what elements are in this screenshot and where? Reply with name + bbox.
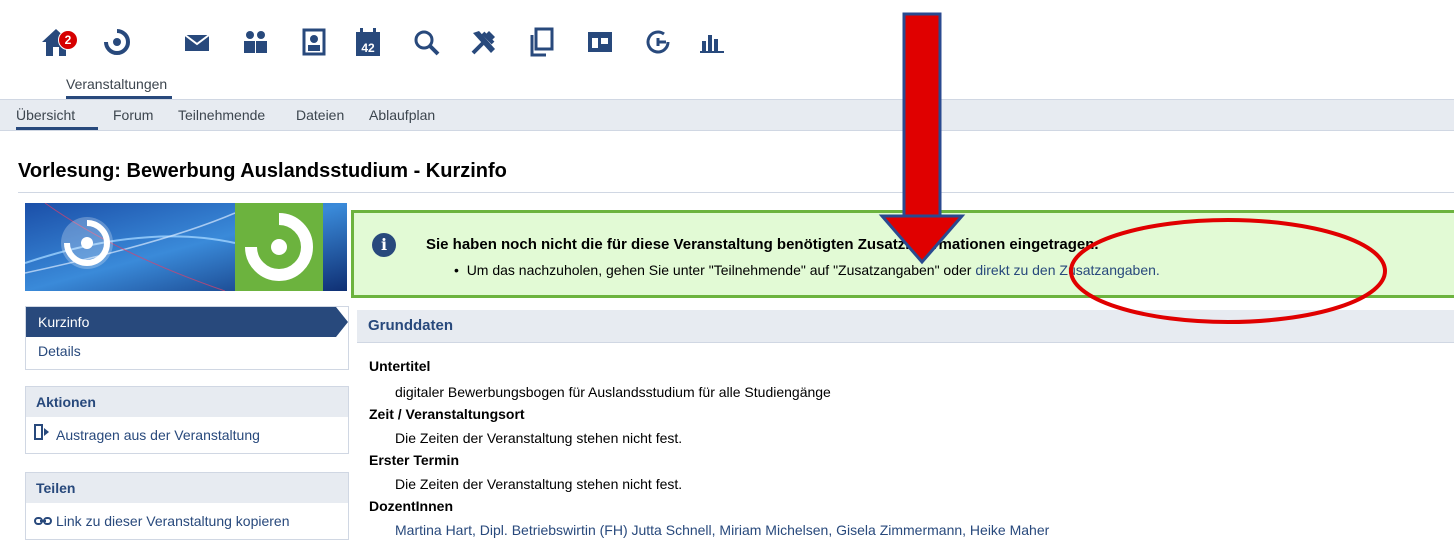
tools-icon[interactable] bbox=[462, 20, 506, 64]
message-details: • Um das nachzuholen, gehen Sie unter "T… bbox=[454, 262, 1160, 278]
message-title: Sie haben noch nicht die für diese Veran… bbox=[426, 236, 1099, 253]
info-message-box: i Sie haben noch nicht die für diese Ver… bbox=[351, 210, 1454, 298]
statistics-icon[interactable] bbox=[690, 20, 734, 64]
zeit-label: Zeit / Veranstaltungsort bbox=[369, 406, 525, 422]
untertitel-label: Untertitel bbox=[369, 358, 431, 374]
actions-title: Aktionen bbox=[26, 387, 348, 417]
tab-teilnehmende[interactable]: Teilnehmende bbox=[178, 107, 265, 123]
copy-link-button[interactable]: Link zu dieser Veranstaltung kopieren bbox=[26, 503, 348, 539]
search-icon[interactable] bbox=[404, 20, 448, 64]
dozenten-label: DozentInnen bbox=[369, 498, 453, 514]
profile-icon[interactable] bbox=[292, 20, 336, 64]
tab-dateien[interactable]: Dateien bbox=[296, 107, 344, 123]
leave-course-link[interactable]: Austragen aus der Veranstaltung bbox=[26, 417, 348, 453]
sidebar-navigation: Kurzinfo Details bbox=[25, 306, 349, 370]
sidebar-active-indicator bbox=[336, 307, 348, 337]
tab-active-indicator bbox=[16, 127, 98, 130]
erster-termin-label: Erster Termin bbox=[369, 452, 459, 468]
message-bullet: • bbox=[454, 262, 459, 278]
share-title: Teilen bbox=[26, 473, 348, 503]
share-widget: Teilen Link zu dieser Veranstaltung kopi… bbox=[25, 472, 349, 540]
messages-icon[interactable] bbox=[175, 20, 219, 64]
tab-uebersicht[interactable]: Übersicht bbox=[16, 107, 75, 123]
copy-link-label: Link zu dieser Veranstaltung kopieren bbox=[56, 513, 290, 529]
tab-ablaufplan[interactable]: Ablaufplan bbox=[369, 107, 435, 123]
calendar-icon[interactable]: 42 bbox=[346, 20, 390, 64]
files-icon[interactable] bbox=[520, 20, 564, 64]
notification-badge: 2 bbox=[58, 30, 78, 50]
grunddaten-header: Grunddaten bbox=[357, 310, 1454, 343]
course-tabs: Übersicht Forum Teilnehmende Dateien Abl… bbox=[0, 99, 1454, 131]
zeit-value: Die Zeiten der Veranstaltung stehen nich… bbox=[395, 430, 683, 446]
untertitel-value: digitaler Bewerbungsbogen für Auslandsst… bbox=[395, 384, 831, 400]
tab-forum[interactable]: Forum bbox=[113, 107, 153, 123]
additional-info-link[interactable]: direkt zu den Zusatzangaben. bbox=[975, 262, 1159, 278]
calendar-day: 42 bbox=[361, 41, 375, 55]
logout-icon[interactable] bbox=[636, 20, 680, 64]
grunddaten-title: Grunddaten bbox=[368, 317, 453, 334]
dozenten-value[interactable]: Martina Hart, Dipl. Betriebswirtin (FH) … bbox=[395, 522, 1049, 538]
workplace-icon[interactable] bbox=[578, 20, 622, 64]
course-banner bbox=[25, 203, 347, 291]
actions-widget: Aktionen Austragen aus der Veranstaltung bbox=[25, 386, 349, 454]
message-text: Um das nachzuholen, gehen Sie unter "Tei… bbox=[466, 262, 976, 278]
nav-active-label: Veranstaltungen bbox=[66, 76, 168, 92]
link-icon bbox=[34, 503, 52, 539]
sidebar-item-kurzinfo[interactable]: Kurzinfo bbox=[26, 307, 336, 337]
main-navigation: 2 Veranstaltungen 42 bbox=[0, 0, 1454, 100]
sidebar-item-details[interactable]: Details bbox=[38, 343, 81, 359]
page-title: Vorlesung: Bewerbung Auslandsstudium - K… bbox=[18, 160, 507, 182]
leave-course-label: Austragen aus der Veranstaltung bbox=[56, 427, 260, 443]
courses-icon[interactable] bbox=[95, 20, 139, 64]
door-exit-icon bbox=[34, 417, 52, 453]
erster-termin-value: Die Zeiten der Veranstaltung stehen nich… bbox=[395, 476, 683, 492]
community-icon[interactable] bbox=[233, 20, 277, 64]
info-icon: i bbox=[372, 233, 396, 257]
title-divider bbox=[18, 192, 1454, 193]
